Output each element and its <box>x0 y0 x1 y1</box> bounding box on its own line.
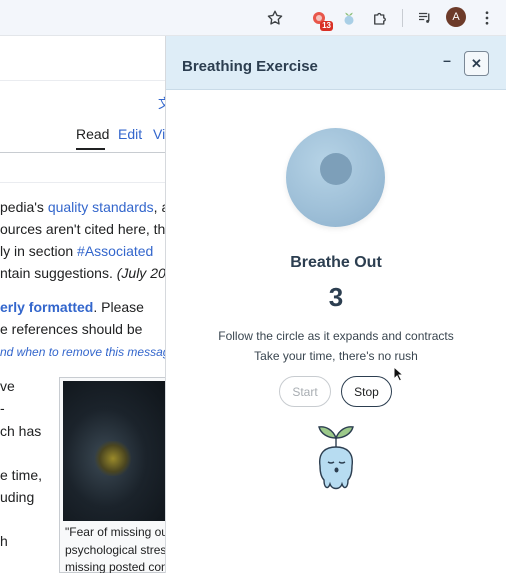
tab-view-history[interactable]: Vi <box>153 126 165 142</box>
formatted-link[interactable]: erly formatted <box>0 299 93 315</box>
format-notice-line: erly formatted. Please <box>0 299 144 315</box>
references-line: e references should be <box>0 321 143 337</box>
puzzle-icon[interactable] <box>369 7 391 29</box>
media-control-icon[interactable] <box>414 7 436 29</box>
body-line: ve <box>0 378 15 394</box>
tab-read[interactable]: Read <box>76 126 109 142</box>
start-button[interactable]: Start <box>279 376 331 407</box>
sprout-mascot-icon <box>318 426 354 490</box>
body-line: uding <box>0 489 35 505</box>
thumbnail-caption-link[interactable]: "Fear of missing ou <box>65 525 165 539</box>
toolbar-separator <box>402 9 403 27</box>
body-line: ch has <box>0 423 42 439</box>
wikipedia-page: 文 Read Edit Vi pedia's quality standards… <box>0 36 165 573</box>
panel-header: Breathing Exercise – ✕ <box>166 36 506 90</box>
mouse-cursor-icon <box>393 366 405 382</box>
profile-avatar[interactable]: A <box>446 7 466 27</box>
body-line: - <box>0 400 5 416</box>
notice-text: ntain suggestions. <box>0 265 117 281</box>
active-tab-indicator <box>76 148 105 150</box>
notice-text: . Please <box>93 299 144 315</box>
thumbnail-image[interactable] <box>63 381 165 521</box>
quality-standards-link[interactable]: quality standards <box>48 199 154 215</box>
notice-text: pedia's <box>0 199 48 215</box>
extension-badge-count: 13 <box>320 21 333 31</box>
more-menu-icon[interactable] <box>476 7 498 29</box>
sprout-extension-icon[interactable] <box>338 7 360 29</box>
page-tabs: Read Edit Vi <box>0 126 165 152</box>
breathing-circle <box>286 128 385 227</box>
remove-message-link[interactable]: nd when to remove this message <box>0 345 165 359</box>
instruction-text: Follow the circle as it expands and cont… <box>218 329 454 343</box>
stop-button[interactable]: Stop <box>341 376 392 407</box>
notice-line-1: pedia's quality standards, a <box>0 199 165 215</box>
breath-phase-label: Breathe Out <box>290 254 382 271</box>
body-line: h <box>0 533 8 549</box>
associated-section-link[interactable]: #Associated <box>77 243 153 259</box>
article-thumbnail: "Fear of missing ou psychological stres … <box>59 377 165 573</box>
panel-title: Breathing Exercise <box>182 58 318 75</box>
language-icon[interactable]: 文 <box>158 93 165 112</box>
reassurance-text: Take your time, there's no rush <box>254 349 418 363</box>
breathing-circle-center <box>320 153 352 185</box>
close-icon: ✕ <box>471 55 482 71</box>
notice-date: (July 202 <box>116 265 165 281</box>
close-button[interactable]: ✕ <box>464 51 489 76</box>
notice-line-2: ources aren't cited here, the <box>0 221 165 237</box>
notice-text: ources aren't cited here, the <box>0 221 165 237</box>
tab-edit[interactable]: Edit <box>118 126 142 142</box>
extension-badge-icon[interactable]: 13 <box>308 7 333 31</box>
thumbnail-caption: missing posted con <box>65 560 165 573</box>
notice-line-4: ntain suggestions. (July 202 <box>0 265 165 281</box>
notice-line-3: ly in section #Associated <box>0 243 153 259</box>
breath-countdown: 3 <box>328 282 344 312</box>
thumbnail-caption: psychological stres <box>65 543 165 557</box>
minimize-button[interactable]: – <box>440 53 454 68</box>
image-highlight <box>93 441 133 476</box>
browser-toolbar: 13 A <box>0 0 506 36</box>
notice-text: , a <box>153 199 165 215</box>
header-divider <box>0 80 165 81</box>
bookmark-star-icon[interactable] <box>264 7 286 29</box>
body-line: e time, <box>0 467 43 483</box>
tabs-border <box>0 152 165 153</box>
breathing-side-panel: Breathing Exercise – ✕ Breathe Out 3 Fol… <box>166 36 506 573</box>
notice-text: ly in section <box>0 243 78 259</box>
notice-box-edge <box>0 182 165 183</box>
